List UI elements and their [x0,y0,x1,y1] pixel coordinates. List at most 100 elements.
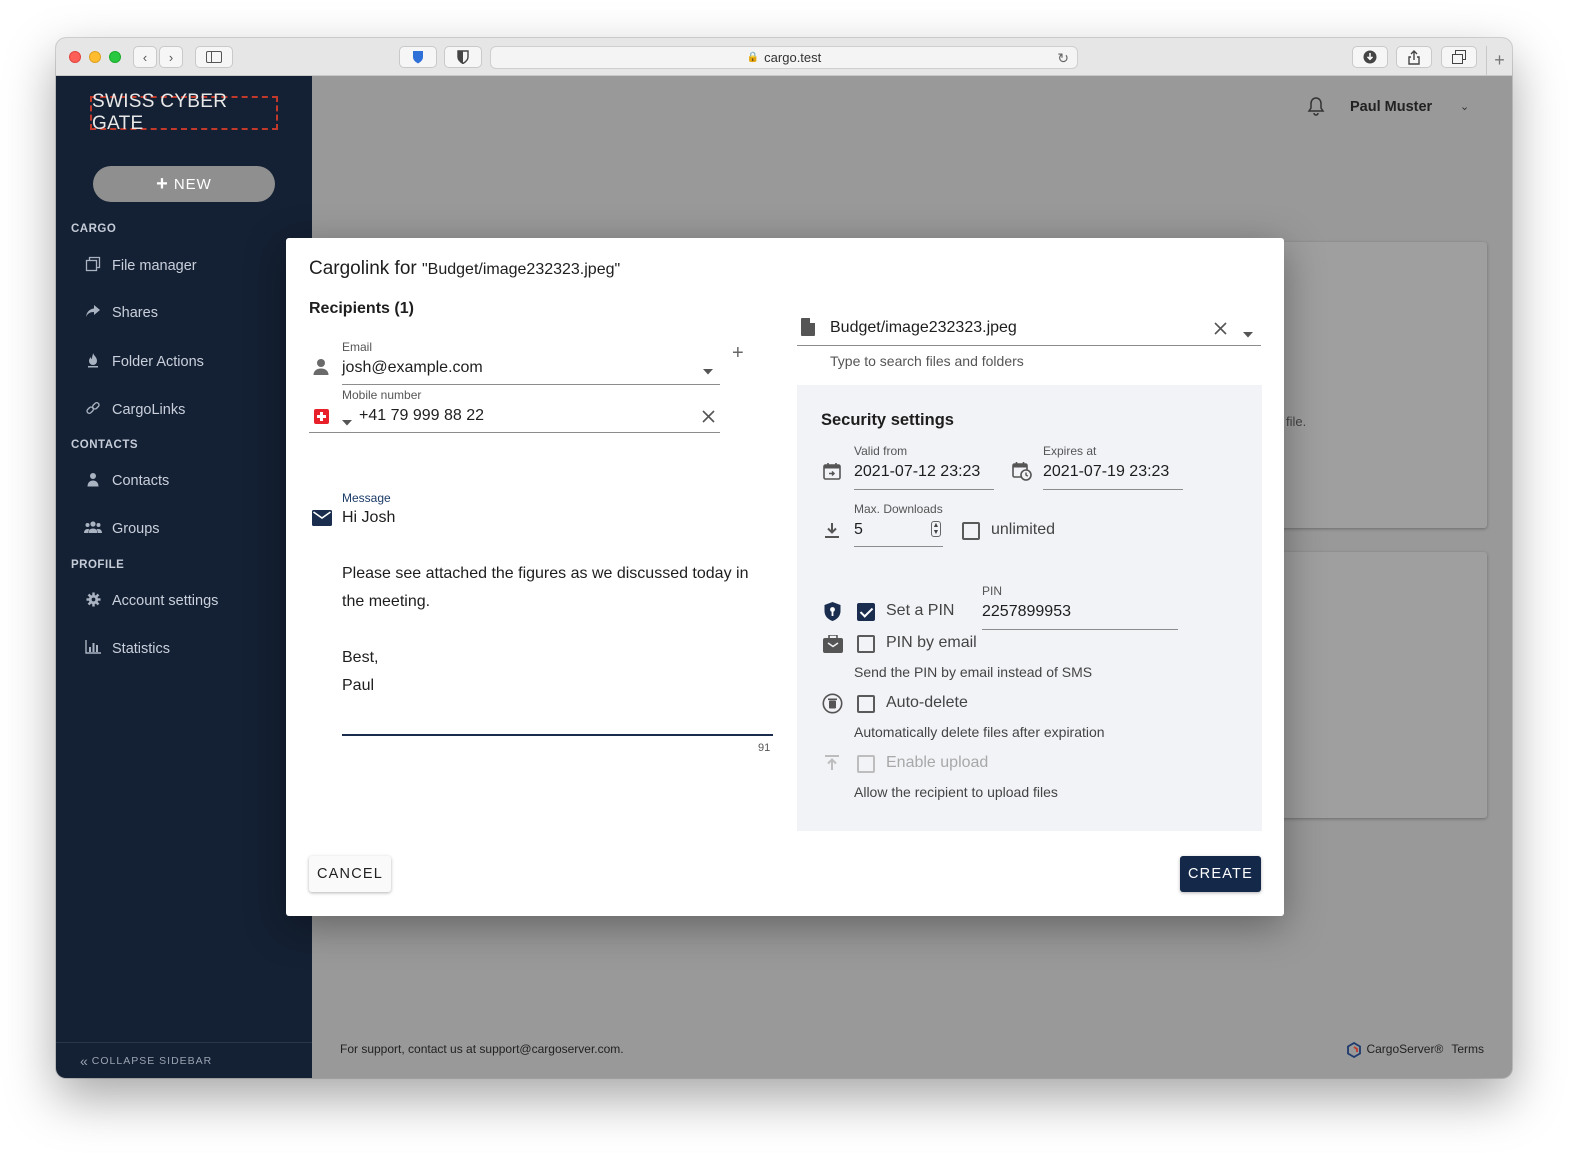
close-window-button[interactable] [69,51,81,63]
gear-icon [84,592,102,610]
sidebar-item-label: CargoLinks [112,401,186,418]
sidebar-item-label: File manager [112,257,197,274]
chevron-down-icon[interactable]: ⌄ [1460,100,1469,113]
logo[interactable]: SWISS CYBER GATE [90,91,278,134]
cancel-button[interactable]: CANCEL [309,856,391,892]
share-icon[interactable] [1396,46,1432,68]
dialog-title: Cargolink for "Budget/image232323.jpeg" [309,258,620,280]
download-icon [824,522,840,544]
auto-delete-checkbox[interactable] [857,695,875,713]
unlimited-checkbox[interactable] [962,522,980,540]
reload-icon[interactable]: ↻ [1057,50,1069,67]
sidebar-item-label: Contacts [112,473,170,489]
forward-icon[interactable]: › [159,46,183,68]
enable-upload-helper: Allow the recipient to upload files [854,784,1058,800]
caret-down-icon[interactable] [703,362,713,380]
mail-badge-icon [823,634,843,658]
valid-from-field[interactable]: 2021-07-12 23:23 [854,463,980,481]
sidebar-item-shares[interactable]: Shares [84,304,158,321]
expires-at-field[interactable]: 2021-07-19 23:23 [1043,463,1169,481]
zoom-window-button[interactable] [109,51,121,63]
email-field[interactable]: josh@example.com [342,359,483,377]
plus-icon: + [156,172,169,195]
message-label: Message [342,491,391,505]
lock-icon: 🔒 [746,52,760,63]
sidebar-item-file-manager[interactable]: File manager [84,256,197,275]
minimize-window-button[interactable] [89,51,101,63]
new-button[interactable]: + NEW [93,166,275,202]
user-name[interactable]: Paul Muster [1350,99,1432,115]
file-select-underline [797,345,1261,346]
enable-upload-checkbox[interactable] [857,755,875,773]
cargolink-dialog: Cargolink for "Budget/image232323.jpeg" … [286,238,1284,916]
section-title-cargo: CARGO [71,223,117,235]
message-underline [342,734,773,736]
sidebar-item-cargolinks[interactable]: CargoLinks [84,400,185,419]
max-downloads-field[interactable]: 5 [854,521,863,539]
number-stepper-icon[interactable]: ▲ ▼ [931,521,941,537]
terms-link[interactable]: Terms [1451,1042,1484,1056]
enable-upload-label: Enable upload [886,754,989,771]
unlimited-label: unlimited [991,521,1056,538]
message-textarea[interactable]: Hi Josh Please see attached the figures … [342,504,762,700]
file-caret-down-icon[interactable] [1243,325,1253,343]
back-icon[interactable]: ‹ [133,46,157,68]
sidebar-item-groups[interactable]: Groups [84,520,160,537]
pin-by-email-checkbox[interactable] [857,635,875,653]
max-downloads-underline [854,546,943,547]
pin-by-email-label: PIN by email [886,634,977,651]
pin-underline [982,629,1178,630]
dialog-title-text: Cargolink for [309,258,417,279]
bar-chart-icon [84,640,102,657]
tabs-overview-icon[interactable] [1441,46,1477,68]
collapse-sidebar-button[interactable]: « COLLAPSE SIDEBAR [56,1042,312,1078]
clear-file-icon[interactable] [1214,322,1227,340]
sidebar-item-folder-actions[interactable]: Folder Actions [84,352,204,371]
sidebar-item-label: Groups [112,520,160,537]
sidebar-item-label: Account settings [112,593,219,609]
message-line [342,532,762,560]
email-label: Email [342,340,373,354]
card-text: file. [1286,414,1307,429]
notifications-bell-icon[interactable] [1307,96,1325,121]
expires-at-label: Expires at [1043,444,1097,458]
file-select-field[interactable]: Budget/image232323.jpeg [830,319,1017,337]
message-line: Paul [342,677,375,694]
person-icon [84,472,102,490]
calendar-arrow-icon[interactable] [823,462,841,485]
create-button[interactable]: CREATE [1180,856,1261,892]
upload-icon [824,754,840,777]
pin-label: PIN [982,584,1003,598]
section-title-profile: PROFILE [71,559,125,571]
security-settings-title: Security settings [821,411,954,429]
message-line: Please see attached the figures as we di… [342,565,749,610]
valid-from-label: Valid from [854,444,908,458]
mobile-number-field[interactable]: +41 79 999 88 22 [359,407,484,425]
cargoserver-logo-icon [1346,1041,1362,1059]
clear-icon[interactable] [702,407,715,428]
swiss-flag-icon[interactable] [314,409,329,424]
share-arrow-icon [84,304,102,321]
calendar-clock-icon[interactable] [1012,461,1032,486]
downloads-icon[interactable] [1352,46,1388,68]
expires-at-underline [1043,489,1183,490]
url-text: cargo.test [764,50,822,65]
set-pin-checkbox[interactable] [857,603,875,621]
dialog-title-file: "Budget/image232323.jpeg" [422,261,621,278]
add-recipient-icon[interactable]: + [732,342,744,365]
sidebar-toggle-icon[interactable] [195,46,233,68]
footer-links: CargoServer® Terms [1346,1041,1484,1059]
country-caret-icon[interactable] [342,413,352,431]
sidebar-item-contacts[interactable]: Contacts [84,472,169,490]
address-bar[interactable]: 🔒 cargo.test ↻ [490,46,1078,69]
flame-icon [84,352,102,371]
new-tab-icon[interactable]: + [1486,46,1512,76]
password-manager-icon[interactable] [399,46,437,68]
privacy-shield-icon[interactable] [444,46,482,68]
sidebar-item-statistics[interactable]: Statistics [84,640,170,657]
envelope-icon [312,510,332,531]
auto-delete-icon [822,693,843,719]
pin-field[interactable]: 2257899953 [982,603,1071,621]
sidebar-item-account-settings[interactable]: Account settings [84,592,218,610]
message-line [342,616,762,644]
